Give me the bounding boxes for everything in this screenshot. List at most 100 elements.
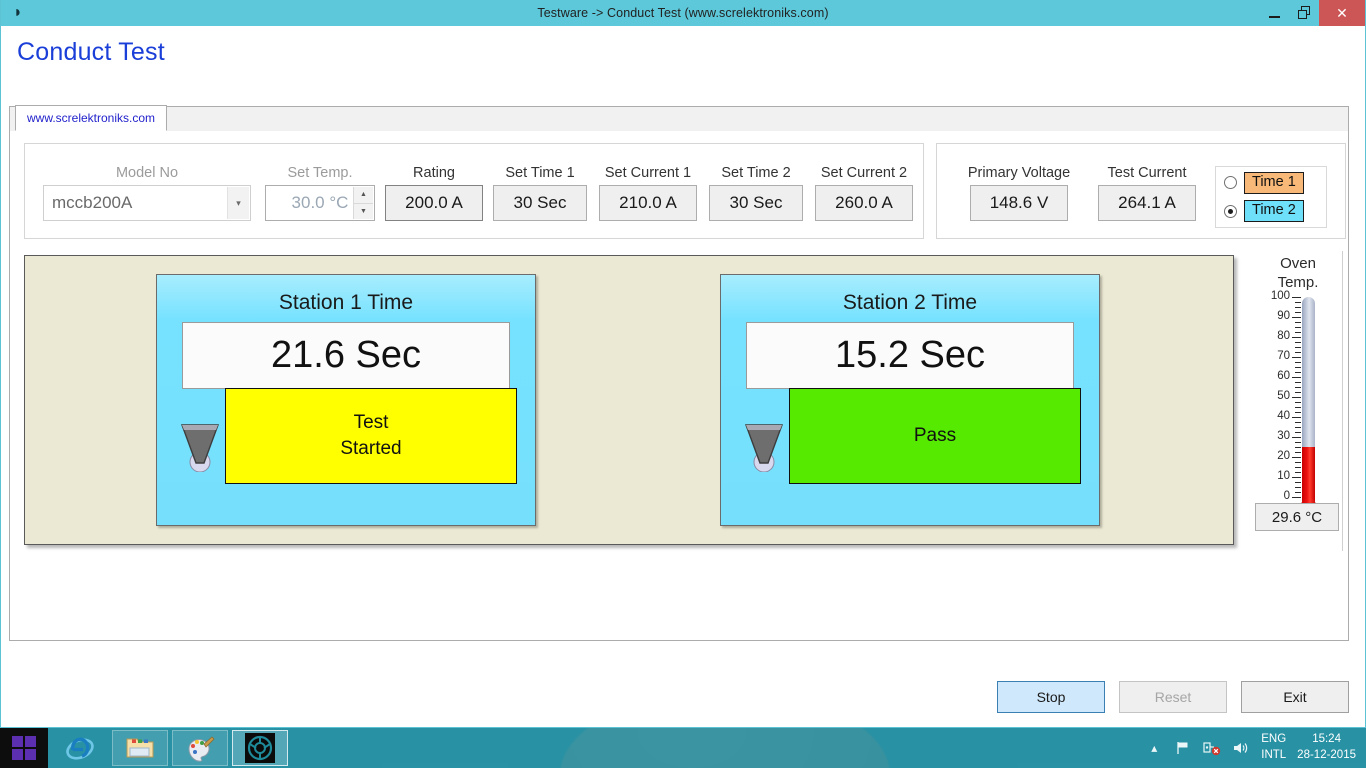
valve-funnel-icon	[179, 417, 221, 473]
field-set-current-2: Set Current 2 260.0 A	[815, 165, 913, 222]
station-1-time-readout: 21.6 Sec	[182, 322, 510, 389]
thermometer-tick-minor	[1295, 426, 1301, 428]
model-no-combobox[interactable]: mccb200A ▾	[43, 185, 251, 222]
field-set-time-2: Set Time 2 30 Sec	[709, 165, 803, 222]
set-temp-value: 30.0 °C	[291, 193, 349, 213]
primary-voltage-value: 148.6 V	[970, 185, 1068, 222]
radio-option-time-1[interactable]: Time 1	[1224, 171, 1326, 194]
station-2-title: Station 2 Time	[842, 291, 978, 314]
thermometer-tick-minor	[1295, 401, 1301, 403]
radio-button-time-2[interactable]	[1224, 204, 1237, 218]
thermometer-tick-minor	[1295, 446, 1301, 448]
window-client-area: Conduct Test www.screlektroniks.com Mode…	[1, 26, 1365, 727]
station-2-status-box: Pass	[789, 388, 1081, 484]
set-current-2-label: Set Current 2	[820, 165, 908, 181]
rating-value: 200.0 A	[385, 185, 483, 222]
tab-strip: www.screlektroniks.com	[9, 105, 1349, 132]
thermometer-tick-minor	[1295, 361, 1301, 363]
reset-button[interactable]: Reset	[1119, 681, 1227, 713]
thermometer-tick-minor	[1295, 301, 1301, 303]
thermometer-tick-label: 20	[1277, 449, 1290, 462]
thermometer-tick-label: 80	[1277, 329, 1290, 342]
thermometer-tick-minor	[1295, 346, 1301, 348]
test-current-label: Test Current	[1107, 165, 1187, 181]
oven-temperature-gauge: Oven Temp. 0 10 20 30 40 50 60 70 80 90 100 29.6 °…	[1250, 255, 1346, 555]
station-1-title: Station 1 Time	[278, 291, 414, 314]
thermometer-tick-minor	[1295, 371, 1301, 373]
station-2-panel: Station 2 Time 15.2 Sec Pass	[720, 274, 1100, 526]
volume-icon[interactable]	[1232, 739, 1250, 757]
testware-app-icon[interactable]	[232, 730, 288, 766]
restore-icon[interactable]	[1289, 0, 1319, 26]
thermometer-tick-minor	[1295, 341, 1301, 343]
field-set-time-1: Set Time 1 30 Sec	[493, 165, 587, 222]
language-indicator[interactable]: ENG INTL	[1261, 732, 1286, 763]
set-current-1-value: 210.0 A	[599, 185, 697, 222]
field-rating: Rating 200.0 A	[385, 165, 483, 222]
model-no-label: Model No	[115, 165, 179, 181]
page-title: Conduct Test	[17, 38, 165, 66]
thermometer-tick-minor	[1295, 486, 1301, 488]
screen: ◖ Testware -> Conduct Test (www.screlekt…	[0, 0, 1366, 768]
thermometer-tick-minor	[1295, 461, 1301, 463]
tab-strip-background	[9, 106, 1349, 131]
thermometer-tick-minor	[1295, 431, 1301, 433]
thermometer-tick-minor	[1295, 321, 1301, 323]
station-2-status-line1: Pass	[913, 425, 957, 447]
window-title: Testware -> Conduct Test (www.screlektro…	[537, 6, 829, 20]
internet-explorer-icon[interactable]	[52, 730, 108, 766]
file-explorer-icon[interactable]	[112, 730, 168, 766]
oven-temp-value: 29.6 °C	[1255, 503, 1339, 531]
station-2-time-readout: 15.2 Sec	[746, 322, 1074, 389]
clock[interactable]: 15:24 28-12-2015	[1297, 732, 1356, 763]
field-set-current-1: Set Current 1 210.0 A	[599, 165, 697, 222]
windows-start-icon[interactable]	[0, 728, 48, 768]
thermometer-tick-major	[1292, 436, 1301, 438]
oven-temp-title: Oven Temp.	[1250, 255, 1346, 293]
thermometer-tick-minor	[1295, 451, 1301, 453]
paint-icon[interactable]	[172, 730, 228, 766]
thermometer-tick-label: 50	[1277, 389, 1290, 402]
test-settings-group: Model No mccb200A ▾ Set Temp. 30.0 °C ▲	[24, 143, 924, 239]
chevron-down-icon[interactable]: ▾	[227, 187, 249, 220]
spinner-buttons[interactable]: ▲ ▼	[353, 187, 373, 220]
panel-divider	[1342, 251, 1343, 551]
thermometer-tick-label: 100	[1270, 289, 1290, 302]
thermometer-tick-label: 40	[1277, 409, 1290, 422]
thermometer-tick-minor	[1295, 481, 1301, 483]
thermometer-tick-label: 70	[1277, 349, 1290, 362]
action-center-flag-icon[interactable]	[1174, 739, 1192, 757]
thermometer-tick-minor	[1295, 386, 1301, 388]
thermometer-tick-minor	[1295, 366, 1301, 368]
title-bar: ◖ Testware -> Conduct Test (www.screlekt…	[1, 0, 1365, 26]
thermometer-tick-minor	[1295, 421, 1301, 423]
network-error-icon[interactable]	[1203, 739, 1221, 757]
stations-panel: Station 1 Time 21.6 Sec Test Started Sta…	[24, 255, 1234, 545]
set-temp-spinner[interactable]: 30.0 °C ▲ ▼	[265, 185, 375, 222]
thermometer-tick-minor	[1295, 441, 1301, 443]
thermometer-tick-label: 90	[1277, 309, 1290, 322]
tab-screlektroniks[interactable]: www.screlektroniks.com	[15, 105, 168, 131]
thermometer-tick-minor	[1295, 466, 1301, 468]
spinner-up-icon[interactable]: ▲	[353, 187, 373, 203]
test-current-value: 264.1 A	[1098, 185, 1196, 222]
language-line2: INTL	[1261, 749, 1287, 761]
field-primary-voltage: Primary Voltage 148.6 V	[955, 165, 1083, 222]
field-model-no: Model No mccb200A ▾	[43, 165, 251, 222]
radio-label-time-2: Time 2	[1244, 200, 1304, 223]
oven-temp-title-line1: Oven	[1280, 255, 1316, 272]
stop-button[interactable]: Stop	[997, 681, 1105, 713]
exit-button[interactable]: Exit	[1241, 681, 1349, 713]
model-no-value: mccb200A	[52, 193, 133, 213]
set-temp-label: Set Temp.	[287, 165, 353, 181]
spinner-down-icon[interactable]: ▼	[353, 202, 373, 220]
thermometer-tick-major	[1292, 456, 1301, 458]
thermometer-tick-label: 60	[1277, 369, 1290, 382]
valve-funnel-icon	[743, 417, 785, 473]
chevron-up-icon[interactable]: ▴	[1145, 739, 1163, 757]
radio-button-time-1[interactable]	[1224, 176, 1237, 190]
time-mode-radio-group: Time 1 Time 2	[1215, 166, 1327, 228]
set-time-1-value: 30 Sec	[493, 185, 587, 222]
radio-option-time-2[interactable]: Time 2	[1224, 200, 1326, 223]
station-1-panel: Station 1 Time 21.6 Sec Test Started	[156, 274, 536, 526]
